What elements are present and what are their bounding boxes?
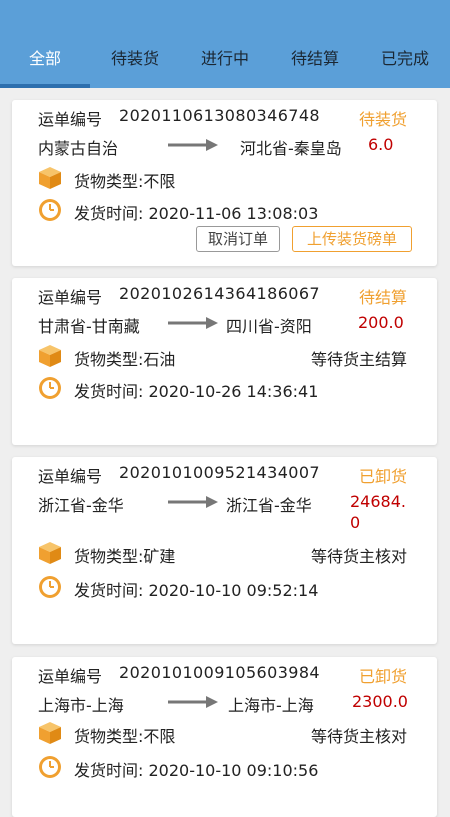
tab-pending-settlement[interactable]: 待结算 [270,48,360,70]
package-box-icon [39,542,61,564]
order-card[interactable]: 运单编号 2020110613080346748 待装货 内蒙古自治 河北省-秦… [12,100,437,266]
status-badge: 已卸货 [358,667,407,686]
clock-icon [39,756,61,778]
order-card[interactable]: 运单编号 2020101009521434007 已卸货 浙江省-金华 浙江省-… [12,457,437,644]
cargo-type: 货物类型:石油 [74,350,176,369]
destination-location: 上海市-上海 [228,696,314,715]
package-box-icon [39,345,61,367]
order-no-label: 运单编号 [38,667,103,686]
freight-price: 200.0 [358,313,404,332]
order-card[interactable]: 运单编号 2020102614364186067 待结算 甘肃省-甘南藏 四川省… [12,278,437,445]
clock-icon [39,576,61,598]
order-note: 等待货主核对 [310,547,407,566]
status-badge: 待结算 [358,288,407,307]
ship-time: 发货时间: 2020-10-26 14:36:41 [74,382,319,401]
active-tab-indicator [0,84,90,88]
arrow-right-icon [168,317,218,329]
arrow-right-icon [168,139,218,151]
package-box-icon [39,167,61,189]
order-note: 等待货主核对 [310,727,407,746]
origin-location: 浙江省-金华 [38,496,124,515]
tab-completed[interactable]: 已完成 [360,48,450,70]
tab-in-progress[interactable]: 进行中 [180,48,270,70]
freight-price: 2300.0 [352,692,408,711]
upload-loading-weighbill-button[interactable]: 上传装货磅单 [292,226,412,252]
freight-price: 6.0 [368,135,394,154]
origin-location: 上海市-上海 [38,696,124,715]
ship-time: 发货时间: 2020-10-10 09:52:14 [74,581,319,600]
order-no-label: 运单编号 [38,467,103,486]
order-no-label: 运单编号 [38,110,103,129]
origin-location: 内蒙古自治 [38,139,119,158]
destination-location: 河北省-秦皇岛 [240,139,342,158]
cancel-order-button[interactable]: 取消订单 [196,226,280,252]
order-no-value: 2020101009105603984 [119,663,321,682]
ship-time: 发货时间: 2020-11-06 13:08:03 [74,204,319,223]
cargo-type: 货物类型:矿建 [74,547,176,566]
cargo-type: 货物类型:不限 [74,727,176,746]
destination-location: 浙江省-金华 [226,496,312,515]
clock-icon [39,199,61,221]
order-no-label: 运单编号 [38,288,103,307]
arrow-right-icon [168,696,218,708]
tab-pending-loading[interactable]: 待装货 [90,48,180,70]
order-no-value: 2020101009521434007 [119,463,321,482]
package-box-icon [39,722,61,744]
ship-time: 发货时间: 2020-10-10 09:10:56 [74,761,319,780]
arrow-right-icon [168,496,218,508]
status-tab-bar: 全部 待装货 进行中 待结算 已完成 [0,0,450,88]
destination-location: 四川省-资阳 [226,317,312,336]
order-no-value: 2020110613080346748 [119,106,321,125]
status-badge: 已卸货 [358,467,407,486]
order-card[interactable]: 运单编号 2020101009105603984 已卸货 上海市-上海 上海市-… [12,657,437,817]
status-badge: 待装货 [358,110,407,129]
freight-price-line2: 0 [350,513,361,532]
freight-price-line1: 24684. [350,492,406,511]
tab-all[interactable]: 全部 [0,48,90,70]
clock-icon [39,377,61,399]
order-note: 等待货主结算 [310,350,407,369]
cargo-type: 货物类型:不限 [74,172,176,191]
origin-location: 甘肃省-甘南藏 [38,317,140,336]
order-no-value: 2020102614364186067 [119,284,321,303]
